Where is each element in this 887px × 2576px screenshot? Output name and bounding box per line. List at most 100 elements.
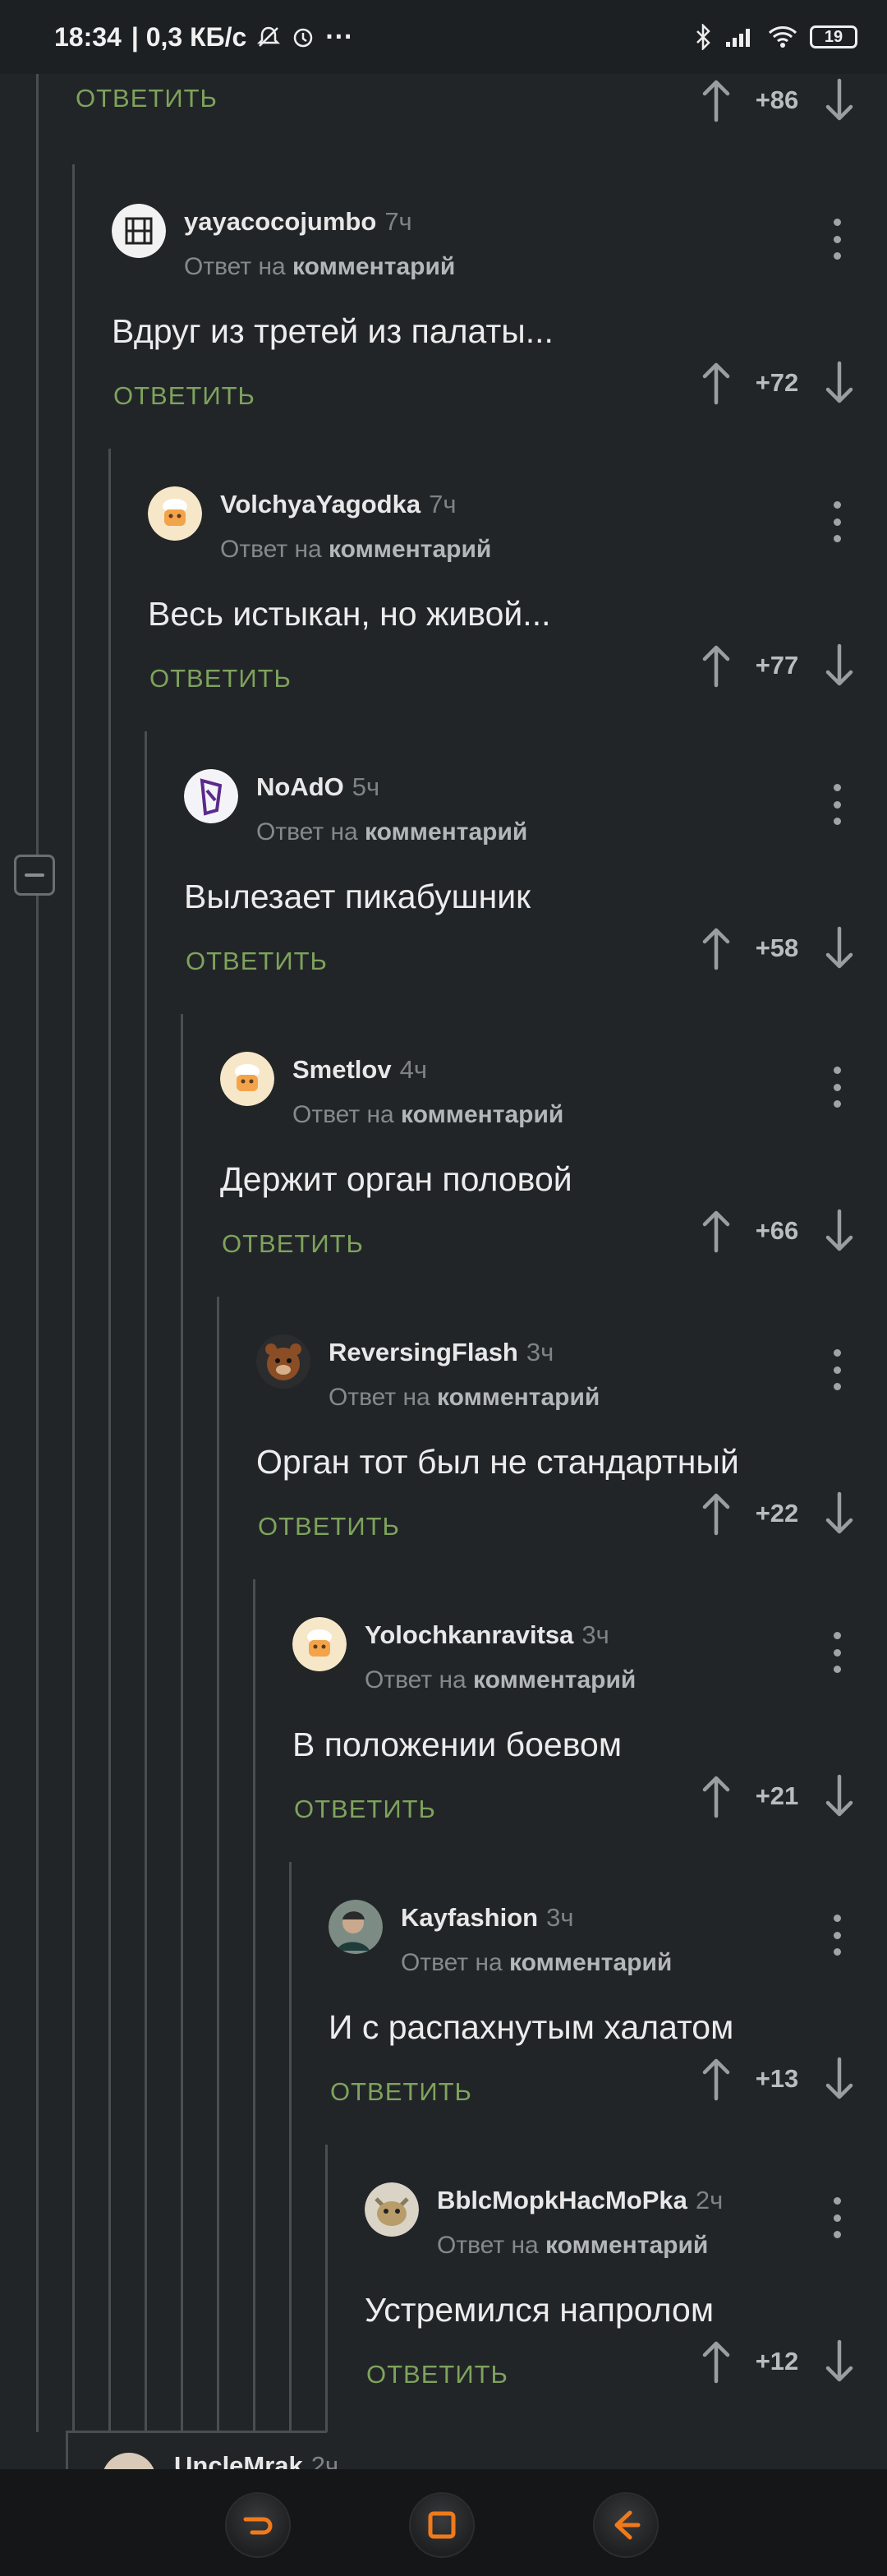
arrow-up-icon[interactable]: [700, 1208, 733, 1254]
reply-target-link[interactable]: комментарий: [545, 2232, 708, 2259]
home-nav-button[interactable]: [411, 2494, 473, 2556]
avatar[interactable]: [220, 1052, 274, 1106]
score-value: +22: [755, 1499, 799, 1528]
arrow-up-icon[interactable]: [700, 1491, 733, 1537]
reply-button[interactable]: ОТВЕТИТЬ: [186, 947, 328, 976]
arrow-up-icon[interactable]: [700, 360, 733, 406]
score-value: +86: [755, 85, 799, 114]
system-nav-bar: [0, 2469, 887, 2576]
back-nav-icon: [243, 2517, 273, 2535]
score-value: +77: [755, 651, 799, 680]
avatar[interactable]: [112, 204, 166, 258]
arrow-down-icon[interactable]: [823, 1491, 856, 1537]
reply-to-label: Ответ на комментарий: [401, 1949, 672, 1977]
comment-time: 7ч: [429, 490, 457, 518]
reply-target-link[interactable]: комментарий: [509, 1949, 672, 1976]
arrow-down-icon[interactable]: [823, 360, 856, 406]
reply-target-link[interactable]: комментарий: [401, 1101, 563, 1128]
comment-text: Весь истыкан, но живой...: [148, 595, 551, 633]
comment-time: 3ч: [546, 1903, 574, 1932]
reply-button[interactable]: ОТВЕТИТЬ: [113, 381, 255, 411]
back-nav-button[interactable]: [227, 2494, 289, 2556]
reply-button[interactable]: ОТВЕТИТЬ: [222, 1229, 364, 1259]
arrow-up-icon[interactable]: [700, 1773, 733, 1819]
reply-button[interactable]: ОТВЕТИТЬ: [258, 1512, 400, 1541]
score-value: +13: [755, 2064, 799, 2093]
comment-text: Вдруг из третей из палаты...: [112, 312, 554, 350]
recents-nav-icon: [614, 2510, 641, 2540]
comment-time: 2ч: [695, 2186, 724, 2214]
bluetooth-icon: [695, 24, 713, 50]
status-bar: 18:34 | 0,3 КБ/с ··· 19: [0, 0, 887, 74]
comment-time: 3ч: [526, 1338, 554, 1366]
more-options-icon[interactable]: [825, 1915, 849, 1956]
arrow-down-icon[interactable]: [823, 925, 856, 971]
username[interactable]: ReversingFlash: [329, 1338, 518, 1366]
comment-time: 5ч: [352, 772, 380, 801]
arrow-down-icon[interactable]: [823, 643, 856, 689]
reply-button[interactable]: ОТВЕТИТЬ: [149, 664, 292, 694]
username[interactable]: Yolochkanravitsa: [365, 1620, 573, 1649]
more-options-icon[interactable]: [825, 1349, 849, 1390]
avatar[interactable]: [184, 769, 238, 823]
username[interactable]: yayacocojumbo: [184, 207, 376, 236]
clock: 18:34: [54, 21, 122, 52]
arrow-up-icon[interactable]: [700, 643, 733, 689]
reply-to-label: Ответ на комментарий: [329, 1384, 600, 1412]
reply-to-label: Ответ на комментарий: [220, 536, 491, 564]
arrow-down-icon[interactable]: [823, 2056, 856, 2102]
reply-button[interactable]: ОТВЕТИТЬ: [330, 2077, 472, 2107]
more-options-icon[interactable]: [825, 784, 849, 825]
comment-item: Yolochkanravitsa 3ч Ответ на комментарий В …: [0, 1578, 887, 1860]
avatar[interactable]: [329, 1900, 383, 1954]
reply-button[interactable]: ОТВЕТИТЬ: [76, 84, 218, 113]
avatar[interactable]: [256, 1334, 310, 1389]
arrow-up-icon[interactable]: [700, 925, 733, 971]
username[interactable]: Kayfashion: [401, 1903, 538, 1932]
avatar[interactable]: [292, 1617, 347, 1671]
more-options-icon[interactable]: [825, 501, 849, 542]
more-options-icon[interactable]: [825, 2197, 849, 2238]
avatar[interactable]: [148, 486, 202, 541]
battery-icon: 19: [810, 25, 857, 48]
score-value: +66: [755, 1216, 799, 1245]
arrow-down-icon[interactable]: [823, 2339, 856, 2385]
arrow-up-icon[interactable]: [700, 77, 733, 123]
reply-target-link[interactable]: комментарий: [473, 1666, 636, 1694]
username[interactable]: Smetlov: [292, 1055, 392, 1084]
comment-time: 3ч: [581, 1620, 609, 1649]
reply-target-link[interactable]: комментарий: [365, 818, 527, 846]
reply-target-link[interactable]: комментарий: [437, 1384, 600, 1411]
reply-button[interactable]: ОТВЕТИТЬ: [294, 1795, 436, 1824]
username[interactable]: BblcMopkHacMoPka: [437, 2186, 687, 2214]
username[interactable]: NoAdO: [256, 772, 344, 801]
more-options-icon[interactable]: [825, 219, 849, 260]
reply-prefix: Ответ на: [184, 253, 286, 280]
username[interactable]: VolchyaYagodka: [220, 490, 421, 518]
reply-to-label: Ответ на комментарий: [437, 2232, 708, 2260]
arrow-down-icon[interactable]: [823, 1208, 856, 1254]
reply-target-link[interactable]: комментарий: [292, 253, 455, 280]
score-value: +21: [755, 1781, 799, 1810]
wifi-icon: [767, 25, 798, 49]
reply-target-link[interactable]: комментарий: [329, 536, 491, 563]
avatar[interactable]: [365, 2182, 419, 2237]
score-value: +58: [755, 933, 799, 962]
arrow-down-icon[interactable]: [823, 77, 856, 123]
arrow-down-icon[interactable]: [823, 1773, 856, 1819]
reply-prefix: Ответ на: [401, 1949, 503, 1976]
comment-text: И с распахнутым халатом: [329, 2008, 734, 2046]
arrow-up-icon[interactable]: [700, 2339, 733, 2385]
reply-to-label: Ответ на комментарий: [365, 1666, 636, 1694]
reply-button[interactable]: ОТВЕТИТЬ: [366, 2360, 508, 2389]
comment-text: Вылезает пикабушник: [184, 878, 531, 915]
reply-to-label: Ответ на комментарий: [292, 1101, 563, 1129]
comment-item: Kayfashion 3ч Ответ на комментарий И с расп…: [0, 1860, 887, 2143]
reply-prefix: Ответ на: [365, 1666, 466, 1694]
reply-prefix: Ответ на: [220, 536, 322, 563]
recents-nav-button[interactable]: [595, 2494, 657, 2556]
arrow-up-icon[interactable]: [700, 2056, 733, 2102]
more-options-icon[interactable]: [825, 1067, 849, 1108]
more-options-icon[interactable]: [825, 1632, 849, 1673]
comment-item: yayacocojumbo 7ч Ответ на комментарий Вдруг…: [0, 164, 887, 447]
